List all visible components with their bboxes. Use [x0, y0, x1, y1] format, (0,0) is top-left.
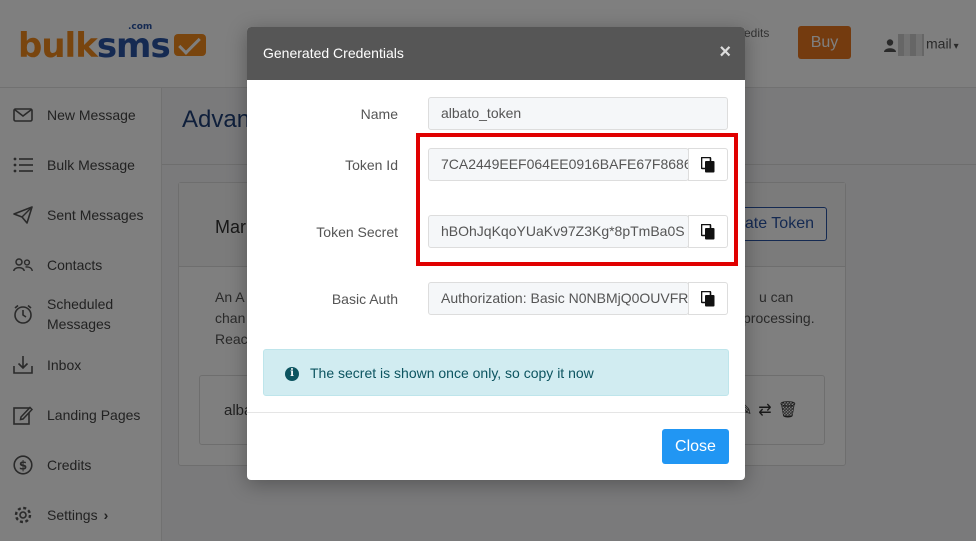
modal-title: Generated Credentials: [263, 45, 404, 61]
close-button[interactable]: Close: [662, 429, 729, 464]
name-label: Name: [360, 106, 398, 122]
name-field[interactable]: albato_token: [428, 97, 728, 130]
generated-credentials-modal: Generated Credentials × Name albato_toke…: [247, 27, 745, 480]
info-circle-icon: i: [285, 367, 299, 381]
token-id-label: Token Id: [345, 157, 398, 173]
basic-auth-field[interactable]: Authorization: Basic N0NBMjQ0OUVFR: [428, 282, 689, 315]
copy-icon: [701, 290, 715, 306]
token-highlight-box: [416, 133, 738, 266]
secret-alert: i The secret is shown once only, so copy…: [263, 349, 729, 396]
modal-footer-divider: [247, 412, 745, 413]
alert-text: The secret is shown once only, so copy i…: [310, 365, 594, 381]
token-secret-label: Token Secret: [316, 224, 398, 240]
copy-basic-auth-button[interactable]: [688, 282, 728, 315]
modal-header: Generated Credentials ×: [247, 27, 745, 80]
basic-auth-label: Basic Auth: [331, 291, 398, 307]
close-icon[interactable]: ×: [719, 41, 731, 64]
